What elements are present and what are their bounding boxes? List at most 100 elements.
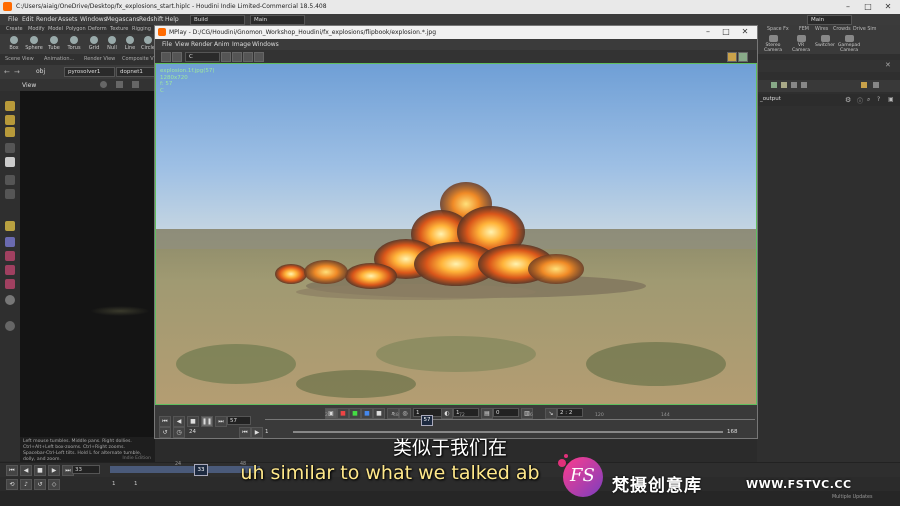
help-circle-icon[interactable]: ? bbox=[877, 96, 880, 103]
mplay-menu-render[interactable]: Render bbox=[191, 41, 212, 48]
mplay-view-icon[interactable] bbox=[161, 52, 171, 62]
mplay-frame-field[interactable]: 57 bbox=[227, 416, 251, 425]
shelf-tab-modify[interactable]: Modify bbox=[28, 26, 45, 32]
sticky-note-icon[interactable] bbox=[861, 82, 867, 88]
shelf-tab-wires[interactable]: Wires bbox=[815, 27, 828, 32]
shelf-tab-fem[interactable]: FEM bbox=[799, 27, 809, 32]
mplay-menu-windows[interactable]: Windows bbox=[252, 41, 279, 48]
menu-megascans[interactable]: Megascans bbox=[106, 16, 139, 23]
menu-assets[interactable]: Assets bbox=[58, 16, 78, 23]
maximize-pane-icon[interactable]: ▣ bbox=[888, 96, 894, 103]
tab-composite-view[interactable]: Composite V bbox=[122, 56, 154, 62]
menu-render[interactable]: Render bbox=[36, 16, 57, 23]
tool-line[interactable]: Line bbox=[120, 36, 140, 51]
node-color-icon[interactable] bbox=[771, 82, 777, 88]
camera-icon[interactable] bbox=[100, 81, 107, 88]
ghost-icon[interactable] bbox=[5, 265, 15, 275]
aspect-field[interactable]: 2 : 2 bbox=[557, 408, 583, 417]
layout-icon[interactable] bbox=[801, 82, 807, 88]
green-channel-icon[interactable]: ■ bbox=[349, 408, 361, 419]
mplay-menu-view[interactable]: View bbox=[175, 41, 189, 48]
mplay-color-icon[interactable] bbox=[243, 52, 253, 62]
mplay-settings-icon[interactable] bbox=[254, 52, 264, 62]
menu-edit[interactable]: Edit bbox=[22, 16, 34, 23]
right-path-output[interactable]: _output bbox=[760, 96, 781, 102]
tab-render-view[interactable]: Render View bbox=[84, 56, 115, 62]
mplay-maximize-icon[interactable]: □ bbox=[717, 27, 735, 37]
tab-scene-view[interactable]: Scene View bbox=[5, 56, 34, 62]
tool-gamepad-camera[interactable]: Gamepad Camera bbox=[837, 35, 861, 53]
light-icon[interactable] bbox=[5, 221, 15, 231]
view-menu-icon[interactable] bbox=[132, 81, 139, 88]
magnet-icon[interactable] bbox=[5, 279, 15, 289]
search-icon[interactable]: ⌕ bbox=[867, 96, 870, 104]
forward-arrow-icon[interactable]: → bbox=[14, 68, 20, 76]
path-node-pyrosolver[interactable]: pyrosolver1 bbox=[64, 67, 115, 77]
tree-view-icon[interactable] bbox=[791, 82, 797, 88]
snapshot-icon[interactable]: ◎ bbox=[399, 408, 411, 419]
tool-torus[interactable]: Torus bbox=[64, 36, 84, 51]
snap-icon[interactable] bbox=[5, 175, 15, 185]
tool-sphere[interactable]: Sphere bbox=[24, 36, 44, 51]
node-shape-icon[interactable] bbox=[781, 82, 787, 88]
camera-tool-icon[interactable] bbox=[5, 237, 15, 247]
scene-viewport[interactable] bbox=[20, 91, 155, 437]
update-mode-label[interactable]: Multiple Updates bbox=[832, 495, 872, 500]
select-tool-icon[interactable] bbox=[5, 101, 15, 111]
desktop-dropdown[interactable]: Main bbox=[250, 15, 305, 25]
move-tool-icon[interactable] bbox=[5, 115, 15, 125]
mplay-grid-icon[interactable] bbox=[738, 52, 748, 62]
display-mode-icon[interactable] bbox=[5, 321, 15, 331]
mplay-frame-marker[interactable]: 57 bbox=[421, 415, 433, 426]
mplay-lut-icon[interactable] bbox=[221, 52, 231, 62]
render-region-icon[interactable] bbox=[5, 251, 15, 261]
tool-stereo-camera[interactable]: Stereo Camera bbox=[761, 35, 785, 53]
mplay-menu-anim[interactable]: Anim bbox=[214, 41, 229, 48]
shelf-tab-create[interactable]: Create bbox=[6, 26, 23, 32]
mplay-stop-button[interactable]: ■ bbox=[187, 416, 199, 427]
mplay-gamma-icon[interactable] bbox=[232, 52, 242, 62]
shelf-tab-deform[interactable]: Deform bbox=[88, 26, 107, 32]
pointer-tool-icon[interactable] bbox=[5, 143, 15, 153]
shelf-tab-texture[interactable]: Texture bbox=[110, 26, 128, 32]
lut-toggle-icon[interactable]: ▤ bbox=[481, 408, 493, 419]
right-desktop-dropdown[interactable]: Main bbox=[807, 15, 852, 25]
tab-animation[interactable]: Animation... bbox=[44, 56, 74, 62]
mplay-step-back-button[interactable]: ◀ bbox=[173, 416, 185, 427]
blue-channel-icon[interactable]: ■ bbox=[361, 408, 373, 419]
mplay-pause-button[interactable]: ❚❚ bbox=[201, 416, 213, 427]
maximize-icon[interactable]: □ bbox=[858, 2, 878, 11]
back-arrow-icon[interactable]: ← bbox=[4, 68, 10, 76]
help-icon[interactable] bbox=[873, 82, 879, 88]
mplay-ruler[interactable] bbox=[265, 419, 755, 420]
path-node-dopnet[interactable]: dopnet1 bbox=[116, 67, 155, 77]
mplay-go-end-button[interactable]: ⏭ bbox=[215, 416, 227, 427]
tool-switcher[interactable]: Switcher bbox=[813, 35, 837, 48]
tool-grid[interactable]: Grid bbox=[84, 36, 104, 51]
build-dropdown[interactable]: Build bbox=[190, 15, 245, 25]
channel-dropdown[interactable]: C bbox=[185, 52, 220, 62]
sphere-view-icon[interactable] bbox=[5, 295, 15, 305]
gear-icon[interactable]: ⚙ bbox=[845, 96, 851, 104]
red-channel-icon[interactable]: ■ bbox=[337, 408, 349, 419]
tool-vr-camera[interactable]: VR Camera bbox=[789, 35, 813, 53]
shelf-tab-polygon[interactable]: Polygon bbox=[66, 26, 86, 32]
display-options-icon[interactable] bbox=[116, 81, 123, 88]
menu-help[interactable]: Help bbox=[165, 16, 179, 23]
mplay-layout-icon[interactable] bbox=[727, 52, 737, 62]
gamma-toggle-icon[interactable]: ◐ bbox=[441, 408, 453, 419]
menu-file[interactable]: File bbox=[8, 16, 18, 23]
shelf-tab-crowds[interactable]: Crowds bbox=[833, 27, 851, 32]
pane-close-icon[interactable]: ✕ bbox=[885, 61, 891, 69]
lut-field[interactable]: 0 bbox=[493, 408, 519, 417]
mplay-go-start-button[interactable]: ⏮ bbox=[159, 416, 171, 427]
close-icon[interactable]: ✕ bbox=[878, 2, 898, 11]
menu-redshift[interactable]: Redshift bbox=[139, 16, 163, 23]
tool-box[interactable]: Box bbox=[4, 36, 24, 51]
path-obj[interactable]: obj bbox=[36, 68, 45, 75]
shelf-tab-model[interactable]: Model bbox=[48, 26, 63, 32]
rotate-tool-icon[interactable] bbox=[5, 127, 15, 137]
mplay-menu-image[interactable]: Image bbox=[232, 41, 251, 48]
aspect-icon[interactable]: ↘ bbox=[545, 408, 557, 419]
shelf-tab-rigging[interactable]: Rigging bbox=[132, 26, 151, 32]
